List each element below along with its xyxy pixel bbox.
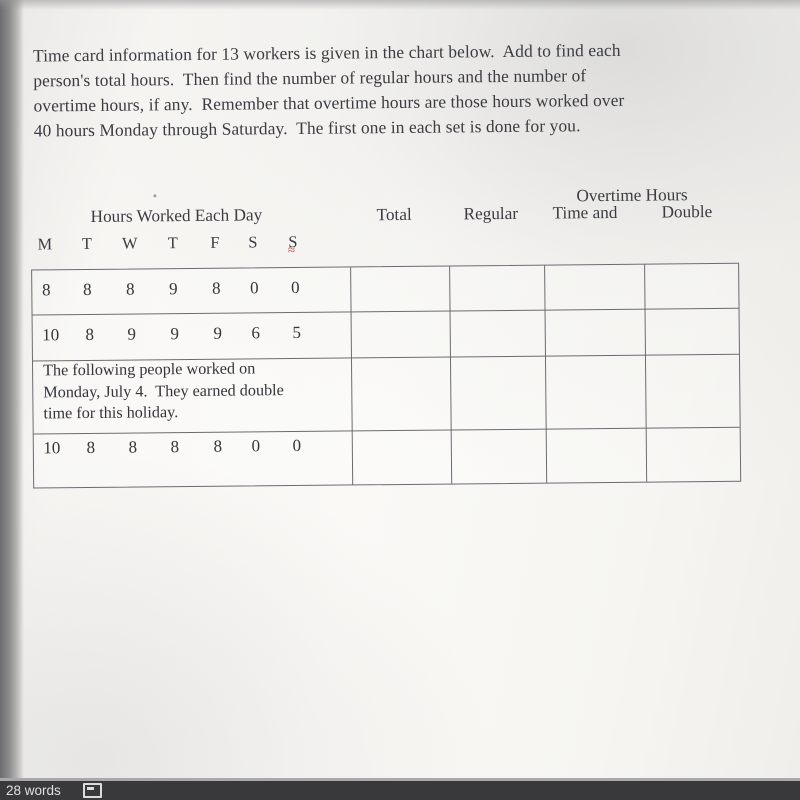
status-bar: 28 words [0,778,800,800]
hours-cell: 8 [170,437,180,457]
hours-cell: 8 [125,279,135,299]
holiday-note: The following people worked on Monday, J… [43,358,344,425]
hours-cell: 0 [290,277,300,298]
worksheet-page: Time card information for 13 workers is … [0,0,800,800]
holiday-note-line: Monday, July 4. They earned double [43,380,284,401]
table-column-divider-time-and [544,265,548,483]
header-hours-worked-each-day: Hours Worked Each Day [90,205,263,226]
red-pen-mark: ≈ [287,242,296,258]
day-header-friday: F [210,232,220,252]
day-header-saturday: S [248,232,258,252]
table-row: 8 8 8 9 8 0 0 [32,277,352,306]
day-header-monday: M [37,234,53,254]
table-row: 10 8 8 8 8 0 0 [34,435,354,464]
hours-cell: 0 [249,278,259,298]
day-header-tuesday: T [81,233,92,254]
hours-cell: 6 [251,323,261,343]
hours-cell: 10 [42,325,60,345]
screenshot-root: Time card information for 13 workers is … [0,0,800,800]
hours-cell: 9 [170,324,180,344]
hours-cell: 8 [85,324,95,345]
table-column-divider-double [644,264,648,482]
holiday-note-line: time for this holiday. [43,403,179,423]
hours-cell: 5 [292,322,302,343]
header-double: Double [661,201,713,222]
hours-cell: 8 [128,437,138,457]
day-header-wednesday: W [122,233,138,253]
hours-cell: 9 [127,324,137,344]
stray-speck [153,194,157,198]
hours-cell: 0 [292,435,302,456]
hours-cell: 8 [213,436,223,456]
hours-cell: 8 [211,278,221,298]
time-card-table: 8 8 8 9 8 0 0 10 8 9 9 9 6 5 The followi… [31,262,742,489]
table-row-divider [32,307,739,316]
table-column-headers: Hours Worked Each Day Overtime Hours Tot… [0,0,799,264]
header-time-and: Time and [552,202,618,223]
header-regular: Regular [463,203,519,224]
hours-cell: 8 [41,280,51,300]
hours-cell: 10 [43,438,61,458]
hours-cell: 8 [82,279,92,300]
hours-cell: 0 [251,436,261,456]
day-header-thursday: T [167,233,178,253]
table-row-divider [33,426,740,435]
table-column-divider-regular [449,266,453,484]
header-total: Total [376,204,412,225]
hours-cell: 9 [213,323,223,343]
hours-cell: 8 [86,437,96,458]
hours-cell: 9 [168,279,178,299]
table-row: 10 8 9 9 9 6 5 [33,322,353,351]
word-count-label: 28 words [6,783,61,798]
holiday-note-line: The following people worked on [42,359,256,380]
page-view-icon[interactable] [82,783,102,798]
